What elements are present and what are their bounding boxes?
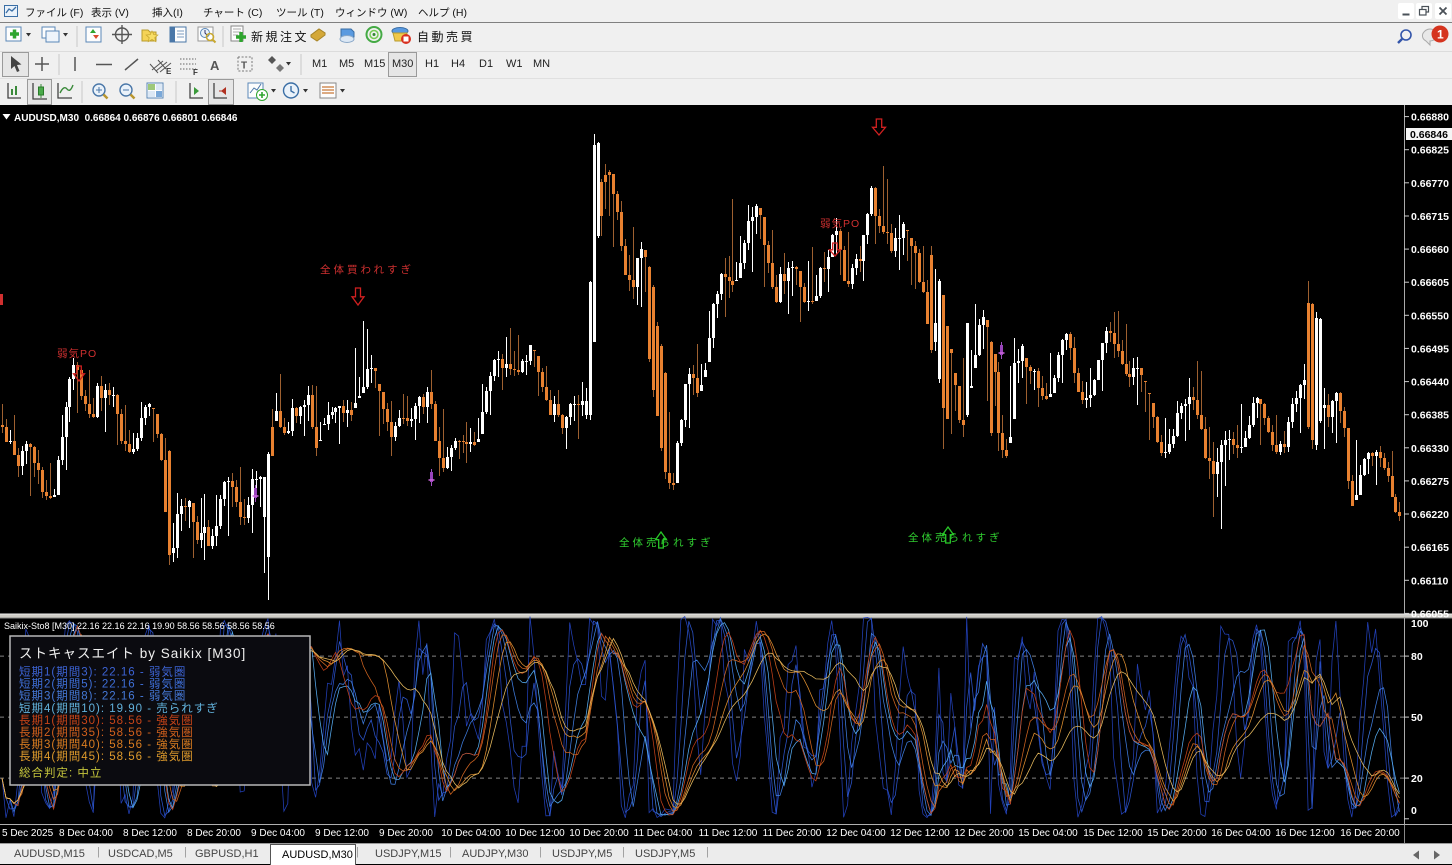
svg-text:長期4(期間45): 58.56 - 強気圏: 長期4(期間45): 58.56 - 強気圏 (19, 749, 194, 763)
svg-text:0.66220: 0.66220 (1411, 509, 1449, 521)
svg-text:弱気PO: 弱気PO (820, 217, 860, 230)
svg-text:0.66330: 0.66330 (1411, 443, 1449, 455)
svg-text:Saikix-Sto8 [M30] 22.16 22.16: Saikix-Sto8 [M30] 22.16 22.16 22.16 19.9… (4, 621, 275, 631)
svg-text:ストキャスエイト by Saikix [M30]: ストキャスエイト by Saikix [M30] (19, 646, 246, 661)
svg-text:0.66880: 0.66880 (1411, 112, 1449, 124)
svg-text:50: 50 (1411, 712, 1423, 724)
svg-text:0.66110: 0.66110 (1411, 575, 1449, 587)
svg-text:11 Dec 20:00: 11 Dec 20:00 (763, 828, 822, 839)
svg-text:0.66605: 0.66605 (1411, 277, 1449, 289)
svg-text:11 Dec 12:00: 11 Dec 12:00 (699, 828, 758, 839)
svg-text:10 Dec 12:00: 10 Dec 12:00 (505, 828, 565, 839)
svg-text:8 Dec 20:00: 8 Dec 20:00 (187, 828, 241, 839)
svg-text:15 Dec 04:00: 15 Dec 04:00 (1018, 828, 1078, 839)
svg-text:9 Dec 20:00: 9 Dec 20:00 (379, 828, 433, 839)
svg-text:12 Dec 12:00: 12 Dec 12:00 (890, 828, 950, 839)
svg-text:15 Dec 12:00: 15 Dec 12:00 (1083, 828, 1143, 839)
svg-text:長期1(期間30): 58.56 - 強気圏: 長期1(期間30): 58.56 - 強気圏 (19, 713, 194, 727)
svg-text:0.66770: 0.66770 (1411, 178, 1449, 190)
svg-text:短期3(期間8): 22.16 - 弱気圏: 短期3(期間8): 22.16 - 弱気圏 (19, 689, 186, 703)
svg-text:8 Dec 12:00: 8 Dec 12:00 (123, 828, 177, 839)
svg-text:E: E (166, 67, 172, 76)
svg-text:0: 0 (1411, 805, 1417, 817)
svg-text:100: 100 (1411, 618, 1429, 630)
svg-text:T: T (241, 61, 247, 72)
svg-text:8 Dec 04:00: 8 Dec 04:00 (59, 828, 113, 839)
svg-text:15 Dec 20:00: 15 Dec 20:00 (1147, 828, 1207, 839)
svg-text:0.66660: 0.66660 (1411, 244, 1449, 256)
svg-text:16 Dec 20:00: 16 Dec 20:00 (1340, 828, 1400, 839)
svg-text:20: 20 (1411, 773, 1423, 785)
svg-text:0.66715: 0.66715 (1411, 211, 1449, 223)
svg-text:AUDUSD,M30 0.66864 0.66876 0.: AUDUSD,M30 0.66864 0.66876 0.66801 0.668… (14, 113, 238, 124)
svg-text:16 Dec 12:00: 16 Dec 12:00 (1275, 828, 1335, 839)
svg-text:長期2(期間35): 58.56 - 強気圏: 長期2(期間35): 58.56 - 強気圏 (19, 725, 194, 739)
svg-text:0.66440: 0.66440 (1411, 377, 1449, 389)
svg-text:0.66825: 0.66825 (1411, 145, 1449, 157)
svg-text:全体売られすぎ: 全体売られすぎ (619, 536, 714, 549)
svg-text:10 Dec 20:00: 10 Dec 20:00 (569, 828, 629, 839)
svg-text:0.66846: 0.66846 (1410, 129, 1448, 141)
svg-text:5 Dec 2025: 5 Dec 2025 (2, 828, 54, 839)
svg-text:短期1(期間3): 22.16 - 弱気圏: 短期1(期間3): 22.16 - 弱気圏 (19, 665, 186, 679)
svg-text:0.66550: 0.66550 (1411, 310, 1449, 322)
svg-text:0.66385: 0.66385 (1411, 410, 1449, 422)
svg-text:80: 80 (1411, 651, 1423, 663)
svg-text:弱気PO: 弱気PO (57, 347, 97, 360)
svg-text:0.66165: 0.66165 (1411, 542, 1449, 554)
svg-text:12 Dec 04:00: 12 Dec 04:00 (826, 828, 886, 839)
svg-text:全体売られすぎ: 全体売られすぎ (908, 531, 1003, 544)
svg-text:全体買われすぎ: 全体買われすぎ (320, 263, 414, 276)
svg-text:0.66275: 0.66275 (1411, 476, 1449, 488)
svg-text:9 Dec 12:00: 9 Dec 12:00 (315, 828, 369, 839)
svg-text:短期2(期間5): 22.16 - 弱気圏: 短期2(期間5): 22.16 - 弱気圏 (19, 677, 186, 691)
svg-text:12 Dec 20:00: 12 Dec 20:00 (954, 828, 1014, 839)
svg-text:16 Dec 04:00: 16 Dec 04:00 (1211, 828, 1271, 839)
svg-text:0.66495: 0.66495 (1411, 343, 1449, 355)
svg-text:11 Dec 04:00: 11 Dec 04:00 (634, 828, 693, 839)
svg-text:F: F (193, 68, 198, 77)
svg-text:1: 1 (1437, 28, 1444, 42)
svg-text:10 Dec 04:00: 10 Dec 04:00 (441, 828, 501, 839)
svg-text:長期3(期間40): 58.56 - 強気圏: 長期3(期間40): 58.56 - 強気圏 (19, 737, 194, 751)
svg-text:総合判定: 中立: 総合判定: 中立 (19, 765, 102, 779)
svg-text:A: A (210, 58, 220, 73)
svg-text:9 Dec 04:00: 9 Dec 04:00 (251, 828, 305, 839)
svg-text:短期4(期間10): 19.90 - 売られすぎ: 短期4(期間10): 19.90 - 売られすぎ (19, 701, 219, 715)
